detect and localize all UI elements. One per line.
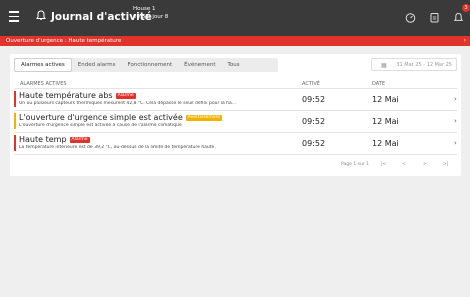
tab-all[interactable]: Tous <box>222 58 246 72</box>
tab-event[interactable]: Événement <box>178 58 221 72</box>
severity-stripe <box>14 91 16 107</box>
house-time: 09:52, jour 8 <box>133 14 169 20</box>
previous-page-button[interactable]: < <box>402 162 406 167</box>
column-header-activated: ACTIVÉ <box>302 81 320 87</box>
gauge-icon[interactable] <box>404 12 416 24</box>
warning-badge: Avertissement <box>185 114 223 121</box>
alarm-row[interactable]: Haute température abs Alarme Un ou plusie… <box>14 89 457 109</box>
severity-stripe <box>14 135 16 151</box>
alarm-name: Haute temp Alarme <box>19 135 90 144</box>
emergency-alert-banner[interactable]: Ouverture d'urgence : Haute température … <box>0 36 470 46</box>
alarm-date: 12 Mai <box>372 139 399 148</box>
alarm-row[interactable]: Haute temp Alarme La température intérieu… <box>14 133 457 153</box>
alarm-log-card: Alarmes actives Ended alarms Fonctionnem… <box>10 54 461 176</box>
notification-count-badge: 3 <box>462 4 470 12</box>
alarm-description: Un ou plusieurs capteurs thermiques mesu… <box>19 101 237 106</box>
alarm-date: 12 Mai <box>372 95 399 104</box>
clipboard-icon[interactable] <box>428 12 440 24</box>
chevron-right-icon: › <box>463 37 466 44</box>
chevron-right-icon[interactable]: › <box>454 116 457 126</box>
page-indicator: Page 1 sur 1 <box>341 162 369 167</box>
first-page-button[interactable]: |< <box>381 162 386 167</box>
tab-operation[interactable]: Fonctionnement <box>122 58 179 72</box>
severity-stripe <box>14 113 16 129</box>
date-range-text: 31 Mar 25 - 12 Mar 25 <box>396 62 452 68</box>
last-page-button[interactable]: >| <box>443 162 448 167</box>
tab-ended-alarms[interactable]: Ended alarms <box>72 58 122 72</box>
alarm-name: Haute température abs Alarme <box>19 91 136 100</box>
alarm-description: L'ouverture d'urgence simple est activée… <box>19 123 182 128</box>
alarm-time: 09:52 <box>302 117 326 126</box>
calendar-icon: ▦ <box>381 62 387 69</box>
top-bar: Journal d'activité House 1 09:52, jour 8… <box>0 0 470 36</box>
date-range-picker[interactable]: ▦ 31 Mar 25 - 12 Mar 25 <box>371 58 457 71</box>
divider <box>14 154 457 155</box>
chevron-right-icon[interactable]: › <box>454 138 457 148</box>
bell-icon <box>36 10 46 24</box>
house-name: House 1 <box>133 6 156 12</box>
column-header-date: DATE <box>372 81 386 87</box>
tab-active-alarms[interactable]: Alarmes actives <box>14 58 72 72</box>
menu-icon[interactable] <box>9 11 19 23</box>
tabs: Alarmes actives Ended alarms Fonctionnem… <box>14 58 246 72</box>
alarm-badge: Alarme <box>115 92 136 99</box>
alarm-time: 09:52 <box>302 95 326 104</box>
chevron-right-icon[interactable]: › <box>454 94 457 104</box>
next-page-button[interactable]: > <box>423 162 427 167</box>
alert-banner-text: Ouverture d'urgence : Haute température <box>6 38 122 44</box>
alarm-time: 09:52 <box>302 139 326 148</box>
alarm-badge: Alarme <box>69 136 90 143</box>
alarm-row[interactable]: L'ouverture d'urgence simple est activée… <box>14 111 457 131</box>
column-header-name: ALARMES ACTIVES <box>20 81 67 87</box>
alarm-name: L'ouverture d'urgence simple est activée… <box>19 113 223 122</box>
alarm-description: La température intérieure est de 39,2 °C… <box>19 145 216 150</box>
alarm-date: 12 Mai <box>372 117 399 126</box>
notification-bell-icon[interactable] <box>452 12 464 24</box>
